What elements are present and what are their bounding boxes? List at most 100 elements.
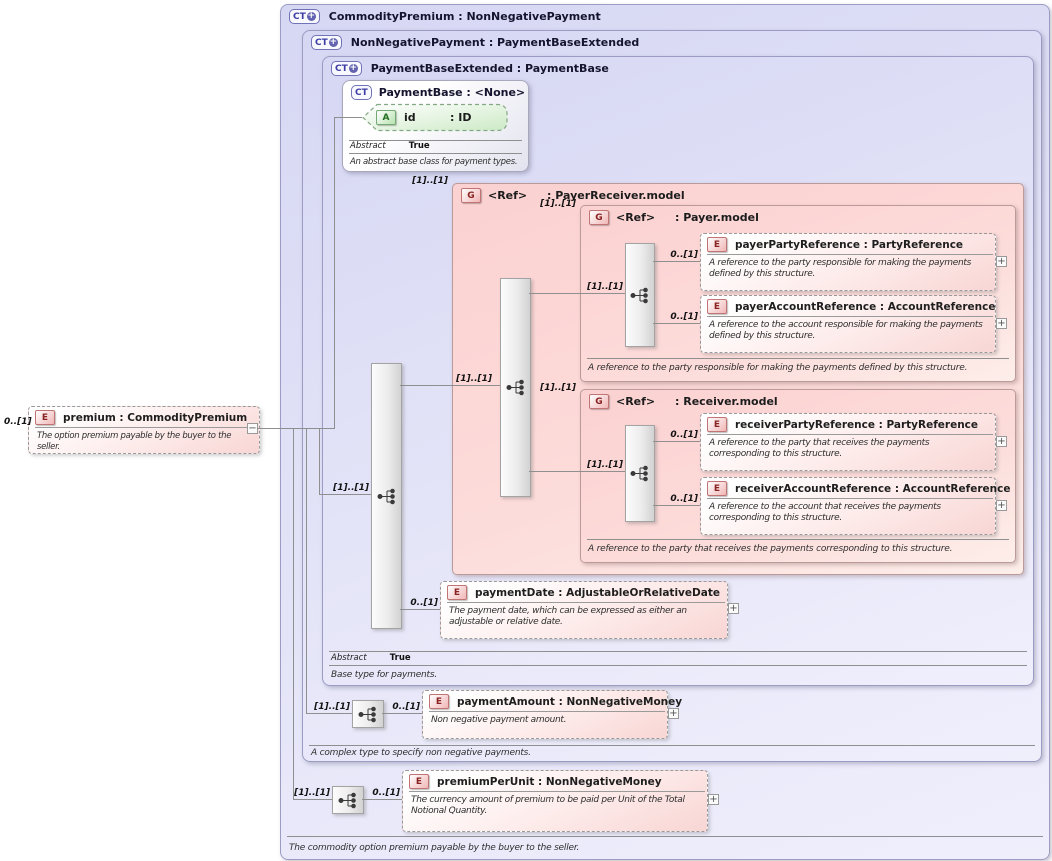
payment-base-extended-annotation: Base type for payments. <box>331 670 437 680</box>
element-description: A reference to the party that receives t… <box>709 438 990 460</box>
divider <box>409 791 705 792</box>
payer-model-annotation: A reference to the party responsible for… <box>588 363 967 373</box>
cardinality-premium: 0..[1] <box>4 417 32 427</box>
divider <box>707 498 993 499</box>
footer-divider <box>587 539 1009 540</box>
abstract-value: True <box>409 141 430 151</box>
connector-line <box>319 494 371 495</box>
element-description: A reference to the account responsible f… <box>709 320 990 342</box>
footer-divider <box>349 153 522 154</box>
connector-line <box>400 385 500 386</box>
derived-plus-icon: + <box>349 64 358 73</box>
payment-base-annotation: An abstract base class for payment types… <box>350 157 517 167</box>
connector-line <box>319 428 320 494</box>
connector-line <box>258 428 334 429</box>
element-payer-account-reference[interactable]: E payerAccountReference : AccountReferen… <box>700 295 996 353</box>
attribute-id[interactable]: A id : ID <box>360 103 510 132</box>
abstract-row: Abstract True <box>350 133 430 152</box>
complextype-commodity-premium-title: CommodityPremium : NonNegativePayment <box>329 10 601 23</box>
complex-type-derived-icon: CT+ <box>311 35 342 50</box>
sequence-bar-payment-base-extended[interactable] <box>371 363 402 629</box>
element-icon: E <box>707 481 727 496</box>
group-type: : Payer.model <box>675 211 759 224</box>
cardinality-receiver-group: [1]..[1] <box>532 383 576 393</box>
cardinality-premium-per-unit: 0..[1] <box>368 788 400 798</box>
connector-line <box>382 713 422 714</box>
cardinality-pbe-sequence: [1]..[1] <box>326 483 369 493</box>
element-icon: E <box>707 299 727 314</box>
cardinality-receiver-sequence: [1]..[1] <box>581 460 623 470</box>
connector-line <box>306 428 307 714</box>
group-type: : Receiver.model <box>675 395 778 408</box>
element-payment-amount[interactable]: E paymentAmount : NonNegativeMoney Non n… <box>422 690 668 739</box>
element-description: The payment date, which can be expressed… <box>449 606 722 628</box>
sequence-icon <box>630 287 650 304</box>
connector-line <box>334 117 335 429</box>
complextype-payment-base-title: PaymentBase : <None> <box>379 86 525 99</box>
element-title: payerAccountReference : AccountReference <box>735 301 995 313</box>
element-payer-party-reference[interactable]: E payerPartyReference : PartyReference A… <box>700 233 996 291</box>
cardinality-receiver-account-reference: 0..[1] <box>656 494 698 504</box>
expand-toggle-receiver-party-reference[interactable]: + <box>996 436 1007 447</box>
element-description: Non negative payment amount. <box>431 715 662 726</box>
connector-line <box>293 799 332 800</box>
group-icon: G <box>589 394 609 409</box>
abstract-divider <box>329 651 1027 652</box>
connector-line <box>653 441 700 442</box>
element-title: paymentDate : AdjustableOrRelativeDate <box>475 587 720 599</box>
element-title: premium : CommodityPremium <box>63 412 247 424</box>
divider <box>707 316 993 317</box>
element-payment-date[interactable]: E paymentDate : AdjustableOrRelativeDate… <box>440 581 728 639</box>
group-ref-name: <Ref> <box>616 211 668 224</box>
connector-line <box>362 799 402 800</box>
abstract-label: Abstract <box>331 653 367 663</box>
connector-line <box>334 117 362 118</box>
element-title: payerPartyReference : PartyReference <box>735 239 963 251</box>
sequence-icon-commodity-premium[interactable] <box>332 786 364 814</box>
complex-type-icon: CT <box>351 85 372 100</box>
cardinality-receiver-party-reference: 0..[1] <box>656 430 698 440</box>
element-icon: E <box>429 694 449 709</box>
abstract-row: Abstract True <box>331 645 411 664</box>
element-receiver-party-reference[interactable]: E receiverPartyReference : PartyReferenc… <box>700 413 996 471</box>
abstract-label: Abstract <box>350 141 386 151</box>
expand-toggle-premium-per-unit[interactable]: + <box>708 794 719 805</box>
collapse-toggle-premium[interactable]: − <box>247 423 258 434</box>
element-title: receiverPartyReference : PartyReference <box>735 419 978 431</box>
expand-toggle-payer-party-reference[interactable]: + <box>996 256 1007 267</box>
expand-toggle-receiver-account-reference[interactable]: + <box>996 500 1007 511</box>
connector-line <box>529 471 625 472</box>
footer-divider <box>309 745 1035 746</box>
divider <box>707 254 993 255</box>
complex-type-derived-icon: CT+ <box>331 61 362 76</box>
expand-toggle-payer-account-reference[interactable]: + <box>996 318 1007 329</box>
footer-divider <box>587 358 1009 359</box>
expand-toggle-payment-date[interactable]: + <box>728 603 739 614</box>
element-receiver-account-reference[interactable]: E receiverAccountReference : AccountRefe… <box>700 477 996 535</box>
sequence-icon <box>506 379 526 396</box>
sequence-bar-receiver[interactable] <box>625 425 655 522</box>
derived-plus-icon: + <box>329 38 338 47</box>
attribute-type: : ID <box>450 111 471 124</box>
receiver-model-annotation: A reference to the party that receives t… <box>588 544 952 554</box>
cardinality-cp-sequence: [1]..[1] <box>288 788 330 798</box>
sequence-bar-payer[interactable] <box>625 243 655 347</box>
element-icon: E <box>707 417 727 432</box>
connector-line <box>653 323 700 324</box>
connector-line <box>653 505 700 506</box>
element-premium[interactable]: E premium : CommodityPremium The option … <box>28 406 260 454</box>
element-description: The currency amount of premium to be pai… <box>411 795 702 817</box>
element-description: A reference to the account that receives… <box>709 502 990 524</box>
connector-line <box>529 293 625 294</box>
xsd-diagram: CT+ CommodityPremium : NonNegativePaymen… <box>0 0 1052 861</box>
element-title: paymentAmount : NonNegativeMoney <box>457 696 682 708</box>
non-negative-payment-annotation: A complex type to specify non negative p… <box>311 748 531 758</box>
element-description: A reference to the party responsible for… <box>709 258 990 280</box>
element-premium-per-unit[interactable]: E premiumPerUnit : NonNegativeMoney The … <box>402 770 708 832</box>
expand-toggle-payment-amount[interactable]: + <box>668 708 679 719</box>
sequence-icon <box>358 706 378 723</box>
abstract-value: True <box>390 653 411 663</box>
divider <box>429 711 665 712</box>
sequence-bar-payer-receiver[interactable] <box>500 278 531 497</box>
sequence-icon-non-negative-payment[interactable] <box>352 700 384 728</box>
